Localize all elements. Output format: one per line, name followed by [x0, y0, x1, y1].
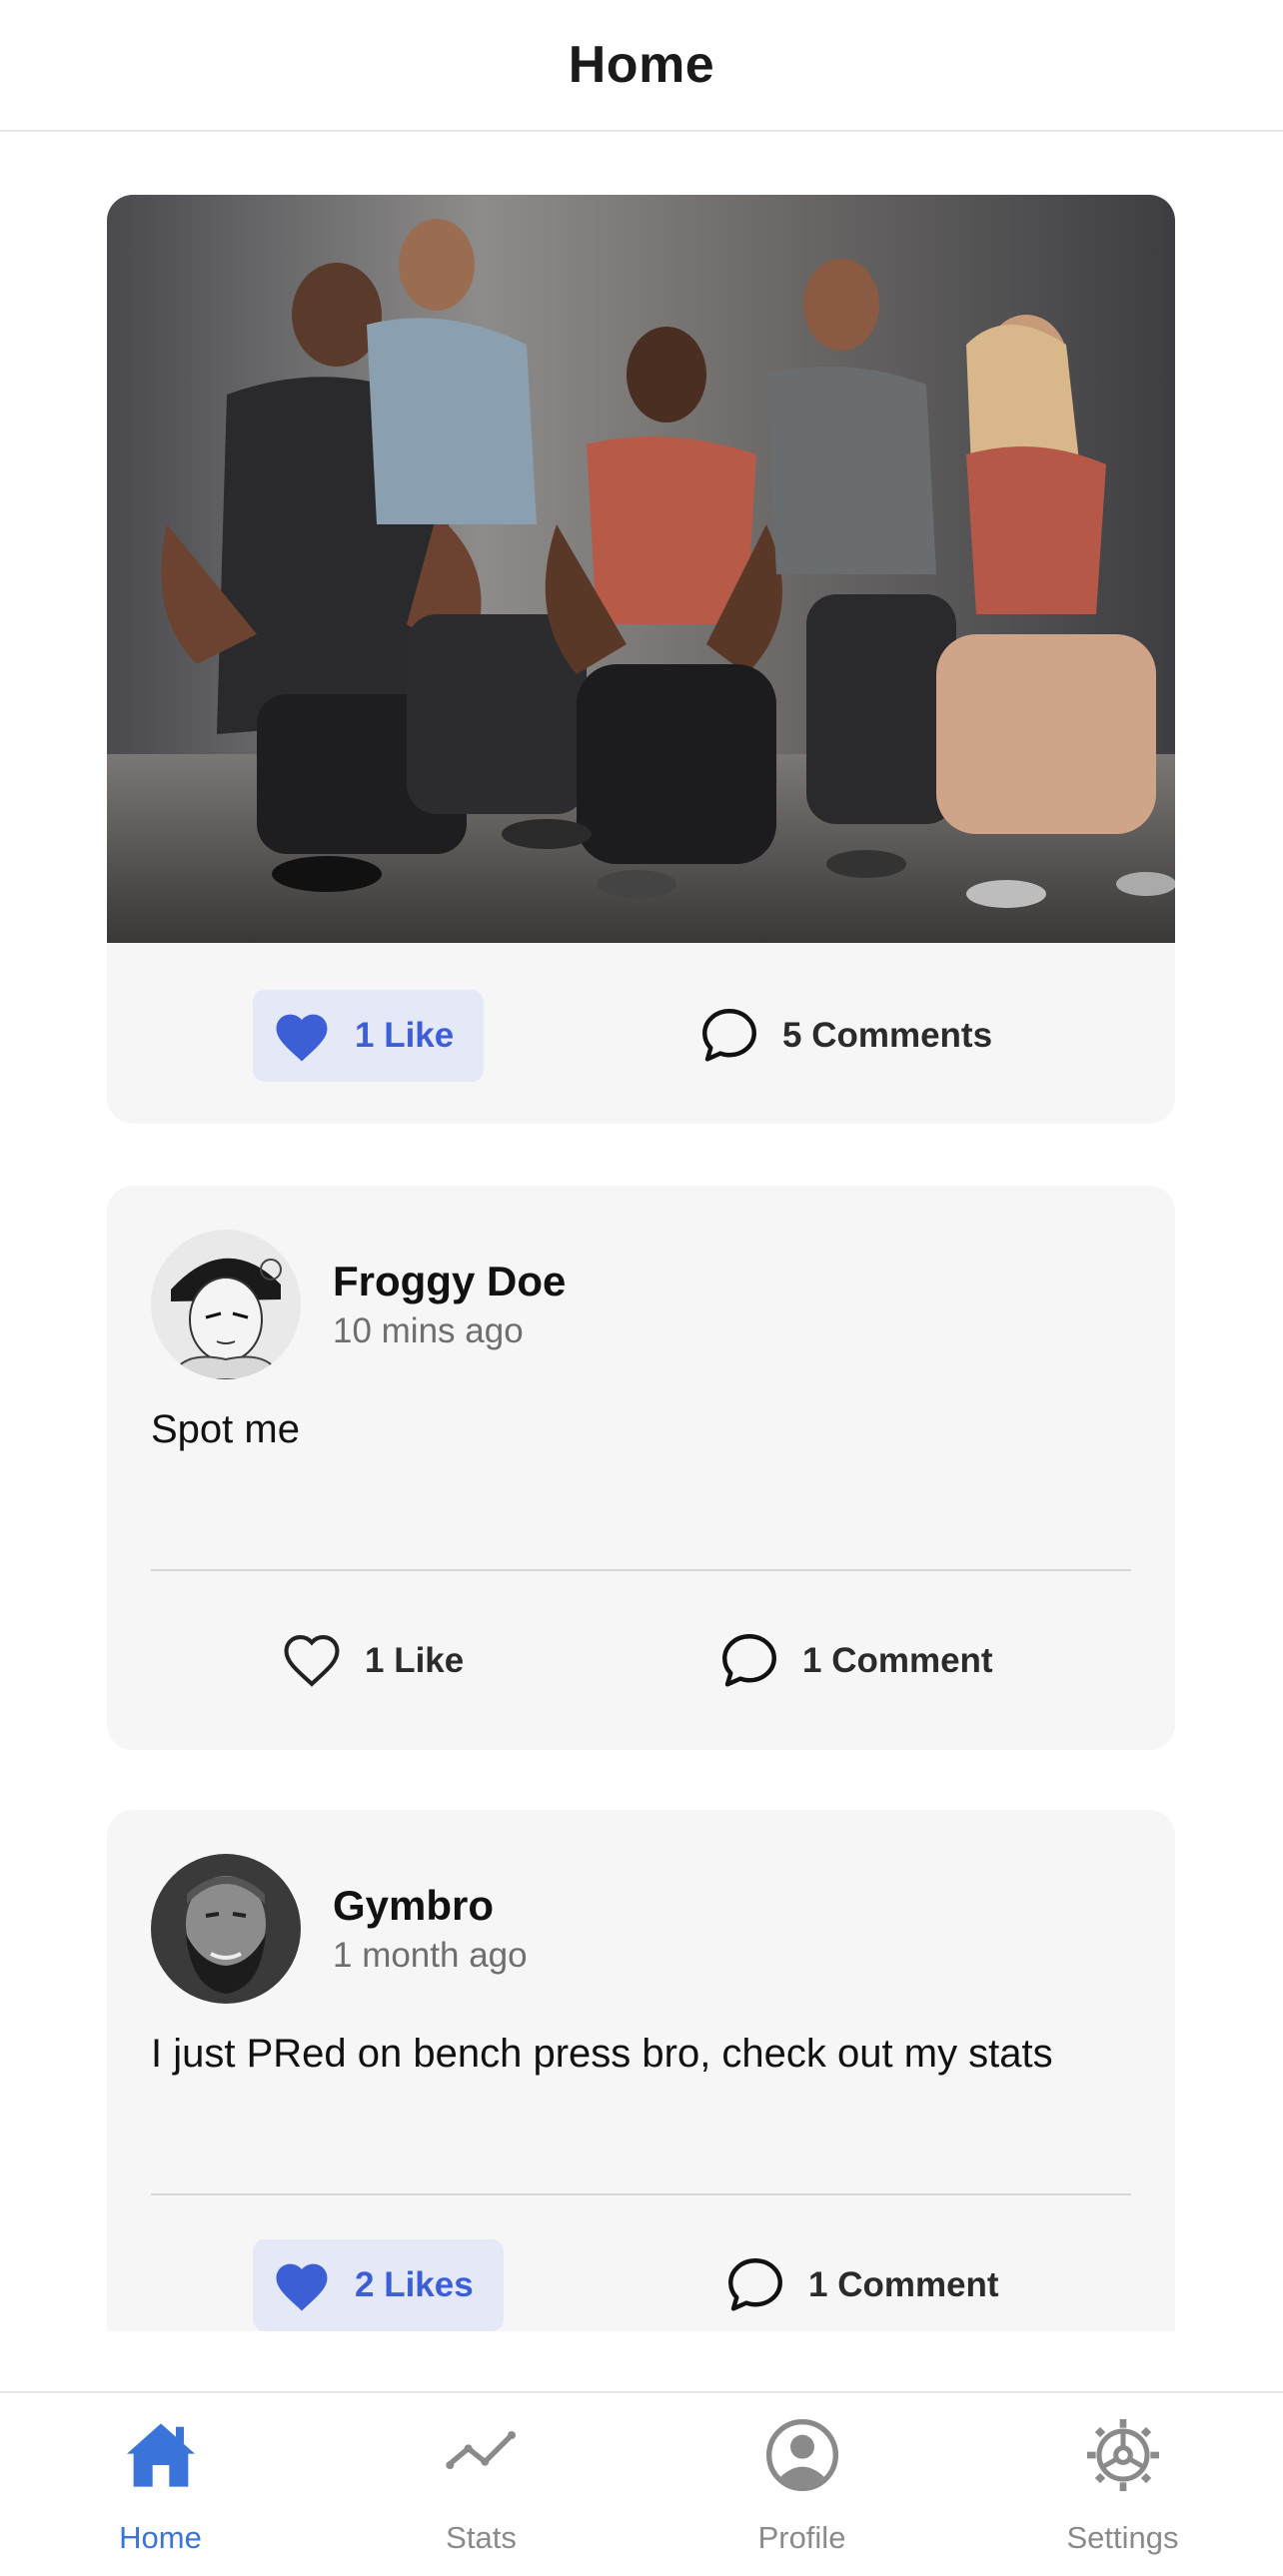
comments-button[interactable]: 1 Comment — [722, 2239, 999, 2331]
post-timestamp: 1 month ago — [333, 1936, 528, 1975]
author-name[interactable]: Froggy Doe — [333, 1258, 566, 1305]
tab-stats[interactable]: Stats — [321, 2393, 642, 2576]
tab-label: Stats — [446, 2520, 517, 2555]
post-actions: 1 Like 1 Comment — [107, 1615, 1175, 1707]
like-button[interactable]: 1 Like — [279, 1615, 464, 1707]
like-button[interactable]: 2 Likes — [253, 2239, 504, 2331]
comment-count-label: 1 Comment — [808, 2265, 999, 2304]
comments-button[interactable]: 5 Comments — [696, 990, 992, 1082]
tab-bar: Home Stats Profile Settings — [0, 2391, 1283, 2576]
like-button[interactable]: 1 Like — [253, 990, 485, 1082]
like-count-label: 1 Like — [365, 1641, 465, 1680]
post-header: Gymbro 1 month ago — [151, 1854, 1130, 2004]
post-actions: 1 Like 5 Comments — [107, 990, 1175, 1082]
post-card-photo: 1 Like 5 Comments — [107, 195, 1175, 1124]
tab-settings[interactable]: Settings — [962, 2393, 1283, 2576]
comment-count-label: 5 Comments — [782, 1016, 993, 1055]
divider — [151, 1569, 1131, 1571]
like-count-label: 1 Like — [355, 1016, 455, 1055]
avatar[interactable] — [151, 1854, 301, 2004]
post-card: Froggy Doe 10 mins ago Spot me 1 Like 1 … — [107, 1186, 1175, 1750]
heart-outline-icon — [279, 1628, 345, 1694]
post-body: Spot me — [151, 1407, 300, 1451]
post-timestamp: 10 mins ago — [333, 1311, 524, 1350]
tab-label: Home — [119, 2520, 202, 2555]
comment-count-label: 1 Comment — [802, 1641, 993, 1680]
line-graph-icon — [442, 2415, 522, 2495]
tab-label: Profile — [757, 2520, 846, 2555]
feed-scroll[interactable]: 1 Like 5 Comments Froggy Doe 10 mins ago… — [0, 134, 1283, 2331]
avatar[interactable] — [151, 1230, 301, 1379]
nav-header: Home — [0, 0, 1283, 132]
comment-bubble-icon — [722, 2252, 788, 2318]
tab-home[interactable]: Home — [0, 2393, 321, 2576]
like-count-label: 2 Likes — [355, 2265, 474, 2304]
author-name[interactable]: Gymbro — [333, 1882, 494, 1930]
tab-profile[interactable]: Profile — [642, 2393, 962, 2576]
heart-filled-icon — [269, 2252, 335, 2318]
heart-filled-icon — [269, 1003, 335, 1069]
user-circle-icon — [762, 2415, 842, 2495]
comments-button[interactable]: 1 Comment — [716, 1615, 993, 1707]
comment-bubble-icon — [716, 1628, 782, 1694]
post-card: Gymbro 1 month ago I just PRed on bench … — [107, 1810, 1175, 2331]
post-body: I just PRed on bench press bro, check ou… — [151, 2032, 1053, 2076]
tab-label: Settings — [1066, 2520, 1179, 2555]
divider — [151, 2193, 1131, 2195]
gear-icon — [1083, 2415, 1163, 2495]
post-photo[interactable] — [107, 195, 1175, 943]
post-actions: 2 Likes 1 Comment — [107, 2239, 1175, 2331]
page-title: Home — [568, 36, 715, 94]
house-icon — [121, 2415, 201, 2495]
post-header: Froggy Doe 10 mins ago — [151, 1230, 1130, 1379]
comment-bubble-icon — [696, 1003, 762, 1069]
